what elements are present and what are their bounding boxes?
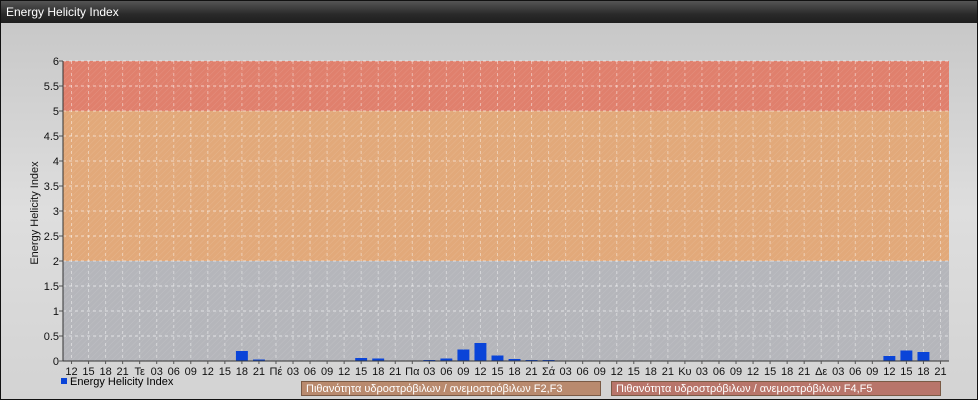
x-tick-label: 15 xyxy=(355,366,367,378)
x-tick-label: 12 xyxy=(338,366,350,378)
x-tick-label: 03 xyxy=(560,366,572,378)
y-tick-label: 1.5 xyxy=(44,281,59,293)
x-tick-label: 18 xyxy=(508,366,520,378)
x-tick-label: 21 xyxy=(798,366,810,378)
bar xyxy=(900,350,913,361)
y-tick-label: 1 xyxy=(53,306,59,318)
y-tick-label: 2.5 xyxy=(44,231,59,243)
x-tick-label: 21 xyxy=(389,366,401,378)
y-tick-label: 4 xyxy=(53,156,59,168)
bar xyxy=(457,349,470,361)
x-tick-label: 21 xyxy=(934,366,946,378)
y-tick-label: 3 xyxy=(53,206,59,218)
legend-band-f2f3[interactable]: Πιθανότητα υδροστρόβιλων / ανεμοστρόβιλω… xyxy=(301,381,601,396)
y-tick-label: 3.5 xyxy=(44,181,59,193)
x-tick-label: 18 xyxy=(917,366,929,378)
x-tick-label: 03 xyxy=(423,366,435,378)
x-tick-label: 15 xyxy=(491,366,503,378)
bar xyxy=(235,351,248,361)
y-tick-label: 5 xyxy=(53,106,59,118)
x-tick-label: 03 xyxy=(287,366,299,378)
x-tick-label: 06 xyxy=(849,366,861,378)
x-tick-label: 12 xyxy=(611,366,623,378)
y-axis-title: Energy Helicity Index xyxy=(29,161,41,265)
bar xyxy=(917,352,930,361)
legend-band-f4f5[interactable]: Πιθανότητα υδροστρόβιλων / ανεμοστρόβιλω… xyxy=(611,381,941,396)
x-tick-label: 06 xyxy=(440,366,452,378)
y-tick-label: 5.5 xyxy=(44,81,59,93)
x-tick-label: 09 xyxy=(866,366,878,378)
y-tick-label: 6 xyxy=(53,56,59,68)
x-tick-label: Κυ xyxy=(678,366,691,378)
x-tick-label: 21 xyxy=(525,366,537,378)
energy-helicity-chart: 00.511.522.533.544.555.5612 15 18 21 Τε 03 06 0… xyxy=(29,56,949,378)
x-tick-label: Σά xyxy=(542,366,556,378)
x-tick-label: 18 xyxy=(236,366,248,378)
x-tick-label: 15 xyxy=(628,366,640,378)
x-tick-label: 09 xyxy=(730,366,742,378)
x-tick-label: 03 xyxy=(832,366,844,378)
bar xyxy=(474,343,487,361)
x-tick-label: 15 xyxy=(219,366,231,378)
x-tick-label: Πέ xyxy=(270,366,283,378)
y-tick-label: 2 xyxy=(53,256,59,268)
x-tick-label: 09 xyxy=(457,366,469,378)
x-tick-label: 12 xyxy=(202,366,214,378)
x-tick-label: 09 xyxy=(594,366,606,378)
chart-panel: Energy Helicity Index 0 0.5 1 1.5 2 2.5 3 3.5 4 4… xyxy=(0,0,978,400)
x-tick-label: 21 xyxy=(662,366,674,378)
legend-series[interactable]: Energy Helicity Index xyxy=(61,376,173,388)
x-tick-label: 15 xyxy=(764,366,776,378)
y-tick-label: 4.5 xyxy=(44,131,59,143)
x-tick-label: Δε xyxy=(815,366,827,378)
x-tick-label: 12 xyxy=(747,366,759,378)
legend-series-swatch xyxy=(61,378,67,384)
y-tick-label: 0.5 xyxy=(44,331,59,343)
x-tick-label: 18 xyxy=(781,366,793,378)
x-tick-label: 18 xyxy=(645,366,657,378)
x-tick-label: 12 xyxy=(883,366,895,378)
x-tick-label: 21 xyxy=(253,366,265,378)
y-tick-label: 0 xyxy=(53,356,59,368)
legend-series-label: Energy Helicity Index xyxy=(70,376,174,388)
x-tick-label: 09 xyxy=(185,366,197,378)
x-tick-label: 15 xyxy=(900,366,912,378)
x-tick-label: 09 xyxy=(321,366,333,378)
bar xyxy=(883,356,896,361)
x-tick-label: 06 xyxy=(304,366,316,378)
x-tick-label: 06 xyxy=(713,366,725,378)
bar xyxy=(491,355,504,361)
x-tick-label: Πα xyxy=(405,366,420,378)
x-tick-label: 03 xyxy=(696,366,708,378)
x-tick-label: 18 xyxy=(372,366,384,378)
x-tick-label: 06 xyxy=(577,366,589,378)
x-tick-label: 12 xyxy=(474,366,486,378)
